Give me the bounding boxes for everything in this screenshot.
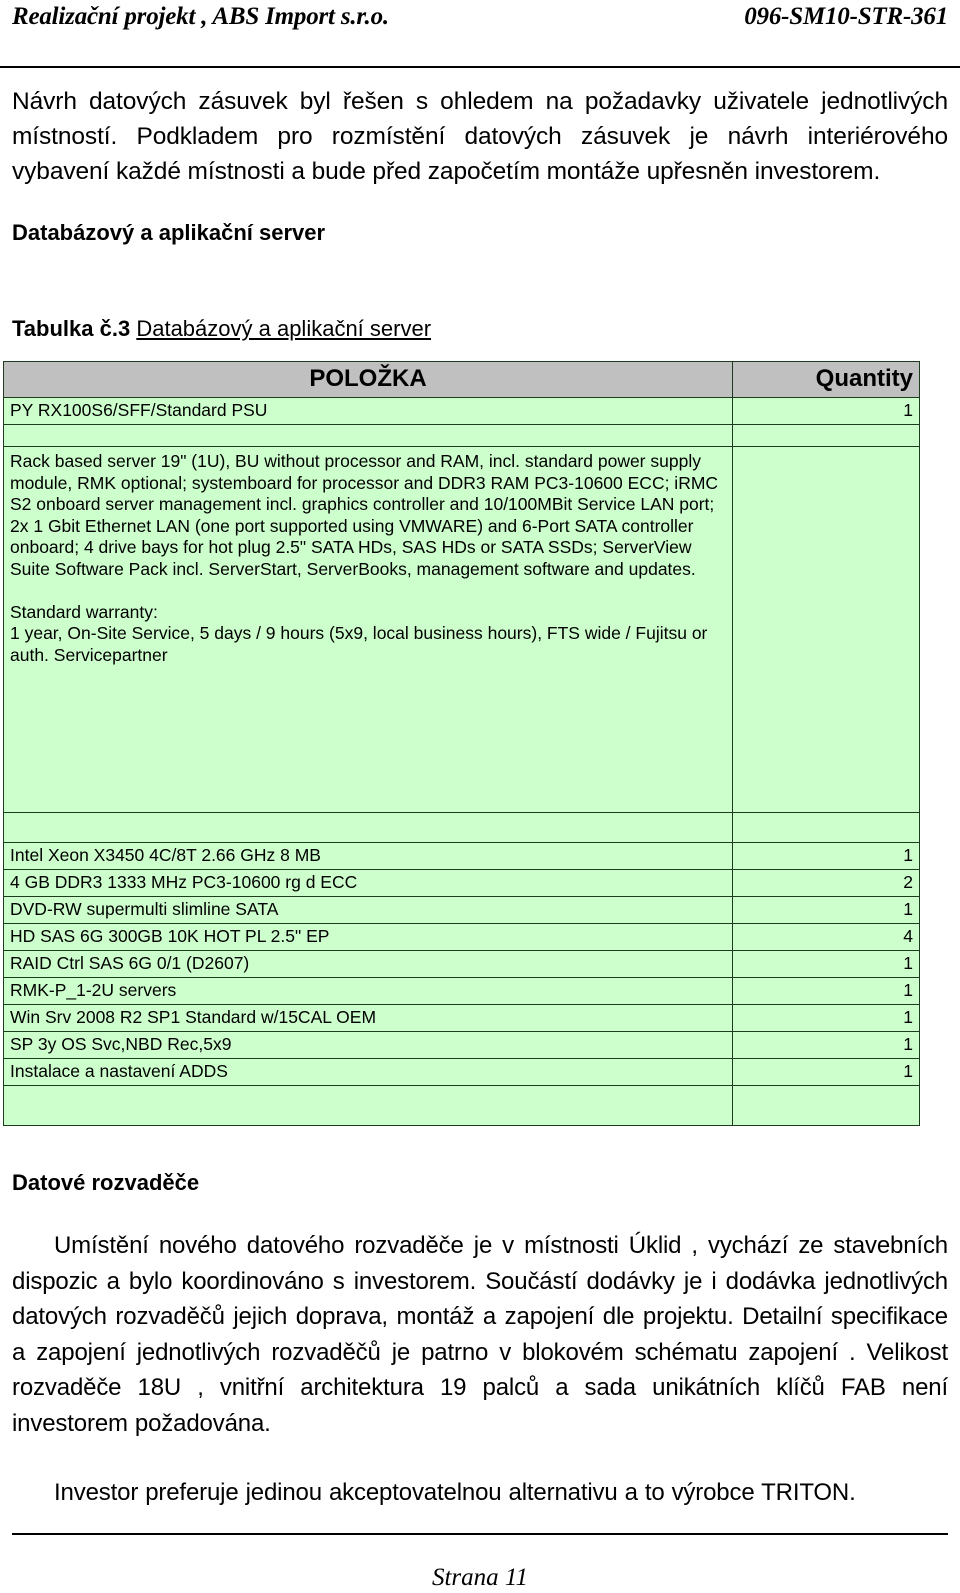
column-header-quantity: Quantity xyxy=(732,361,920,398)
table-row: RAID Ctrl SAS 6G 0/1 (D2607) 1 xyxy=(3,950,920,978)
table-header-row: POLOŽKA Quantity xyxy=(3,361,920,398)
cell-item: PY RX100S6/SFF/Standard PSU xyxy=(3,397,733,425)
running-header: Realizační projekt , ABS Import s.r.o. 0… xyxy=(12,0,948,70)
table-spacer-row xyxy=(3,812,920,843)
header-document-code: 096-SM10-STR-361 xyxy=(744,3,948,30)
cell-item: RMK-P_1-2U servers xyxy=(3,977,733,1005)
cell-item-empty xyxy=(3,424,733,447)
table-number-label: Tabulka č.3 xyxy=(12,316,131,341)
cell-item: SP 3y OS Svc,NBD Rec,5x9 xyxy=(3,1031,733,1059)
cell-quantity: 2 xyxy=(732,869,920,897)
cell-item-empty xyxy=(3,812,733,843)
cell-quantity-empty xyxy=(732,424,920,447)
table-row: Intel Xeon X3450 4C/8T 2.66 GHz 8 MB 1 xyxy=(3,842,920,870)
table-row: Win Srv 2008 R2 SP1 Standard w/15CAL OEM… xyxy=(3,1004,920,1032)
cell-item-empty xyxy=(3,1085,733,1126)
column-header-polozka: POLOŽKA xyxy=(3,361,733,398)
table-caption-text: Databázový a aplikační server xyxy=(136,316,432,341)
paragraph-investor-preference: Investor preferuje jedinou akceptovateln… xyxy=(54,1479,856,1506)
intro-paragraph: Návrh datových zásuvek byl řešen s ohled… xyxy=(12,88,948,185)
cell-item: Win Srv 2008 R2 SP1 Standard w/15CAL OEM xyxy=(3,1004,733,1032)
heading-database-application-server: Databázový a aplikační server xyxy=(12,220,326,245)
cell-quantity: 1 xyxy=(732,950,920,978)
cell-quantity-empty xyxy=(732,812,920,843)
table-spacer-row xyxy=(3,424,920,447)
cell-item: 4 GB DDR3 1333 MHz PC3-10600 rg d ECC xyxy=(3,869,733,897)
table-row: SP 3y OS Svc,NBD Rec,5x9 1 xyxy=(3,1031,920,1059)
cell-quantity: 1 xyxy=(732,1031,920,1059)
cell-quantity: 1 xyxy=(732,1058,920,1086)
cell-server-description: Rack based server 19" (1U), BU without p… xyxy=(3,446,733,813)
cell-item: HD SAS 6G 300GB 10K HOT PL 2.5" EP xyxy=(3,923,733,951)
server-specification-table: POLOŽKA Quantity PY RX100S6/SFF/Standard… xyxy=(3,361,920,1126)
cell-quantity: 1 xyxy=(732,896,920,924)
cell-quantity-empty xyxy=(732,446,920,813)
header-project-title: Realizační projekt , ABS Import s.r.o. xyxy=(12,3,389,30)
cell-quantity-empty xyxy=(732,1085,920,1126)
header-divider xyxy=(0,66,960,68)
table-row: Instalace a nastavení ADDS 1 xyxy=(3,1058,920,1086)
table-description-row: Rack based server 19" (1U), BU without p… xyxy=(3,446,920,813)
table-row: HD SAS 6G 300GB 10K HOT PL 2.5" EP 4 xyxy=(3,923,920,951)
running-footer: Strana 11 xyxy=(0,1563,960,1593)
cell-quantity: 1 xyxy=(732,397,920,425)
cell-item: Instalace a nastavení ADDS xyxy=(3,1058,733,1086)
heading-datove-rozvadece: Datové rozvaděče xyxy=(12,1170,200,1195)
paragraph-cabinet-placement: Umístění nového datového rozvaděče je v … xyxy=(12,1232,948,1437)
page-number-label: Strana 11 xyxy=(431,1564,529,1591)
cell-quantity: 1 xyxy=(732,977,920,1005)
document-page: Realizační projekt , ABS Import s.r.o. 0… xyxy=(0,0,960,1593)
table-row: PY RX100S6/SFF/Standard PSU 1 xyxy=(3,397,920,425)
cell-quantity: 1 xyxy=(732,1004,920,1032)
table-caption-line: Tabulka č.3 Databázový a aplikační serve… xyxy=(12,314,948,344)
table-row: DVD-RW supermulti slimline SATA 1 xyxy=(3,896,920,924)
cell-item: RAID Ctrl SAS 6G 0/1 (D2607) xyxy=(3,950,733,978)
cell-quantity: 4 xyxy=(732,923,920,951)
table-row: 4 GB DDR3 1333 MHz PC3-10600 rg d ECC 2 xyxy=(3,869,920,897)
cell-item: Intel Xeon X3450 4C/8T 2.66 GHz 8 MB xyxy=(3,842,733,870)
table-spacer-row xyxy=(3,1085,920,1126)
cell-item: DVD-RW supermulti slimline SATA xyxy=(3,896,733,924)
footer-divider xyxy=(12,1533,948,1535)
section-datove-rozvadece: Datové rozvaděče Umístění nového datovéh… xyxy=(12,1168,948,1511)
cell-quantity: 1 xyxy=(732,842,920,870)
page-content: Návrh datových zásuvek byl řešen s ohled… xyxy=(3,84,948,1511)
table-row: RMK-P_1-2U servers 1 xyxy=(3,977,920,1005)
